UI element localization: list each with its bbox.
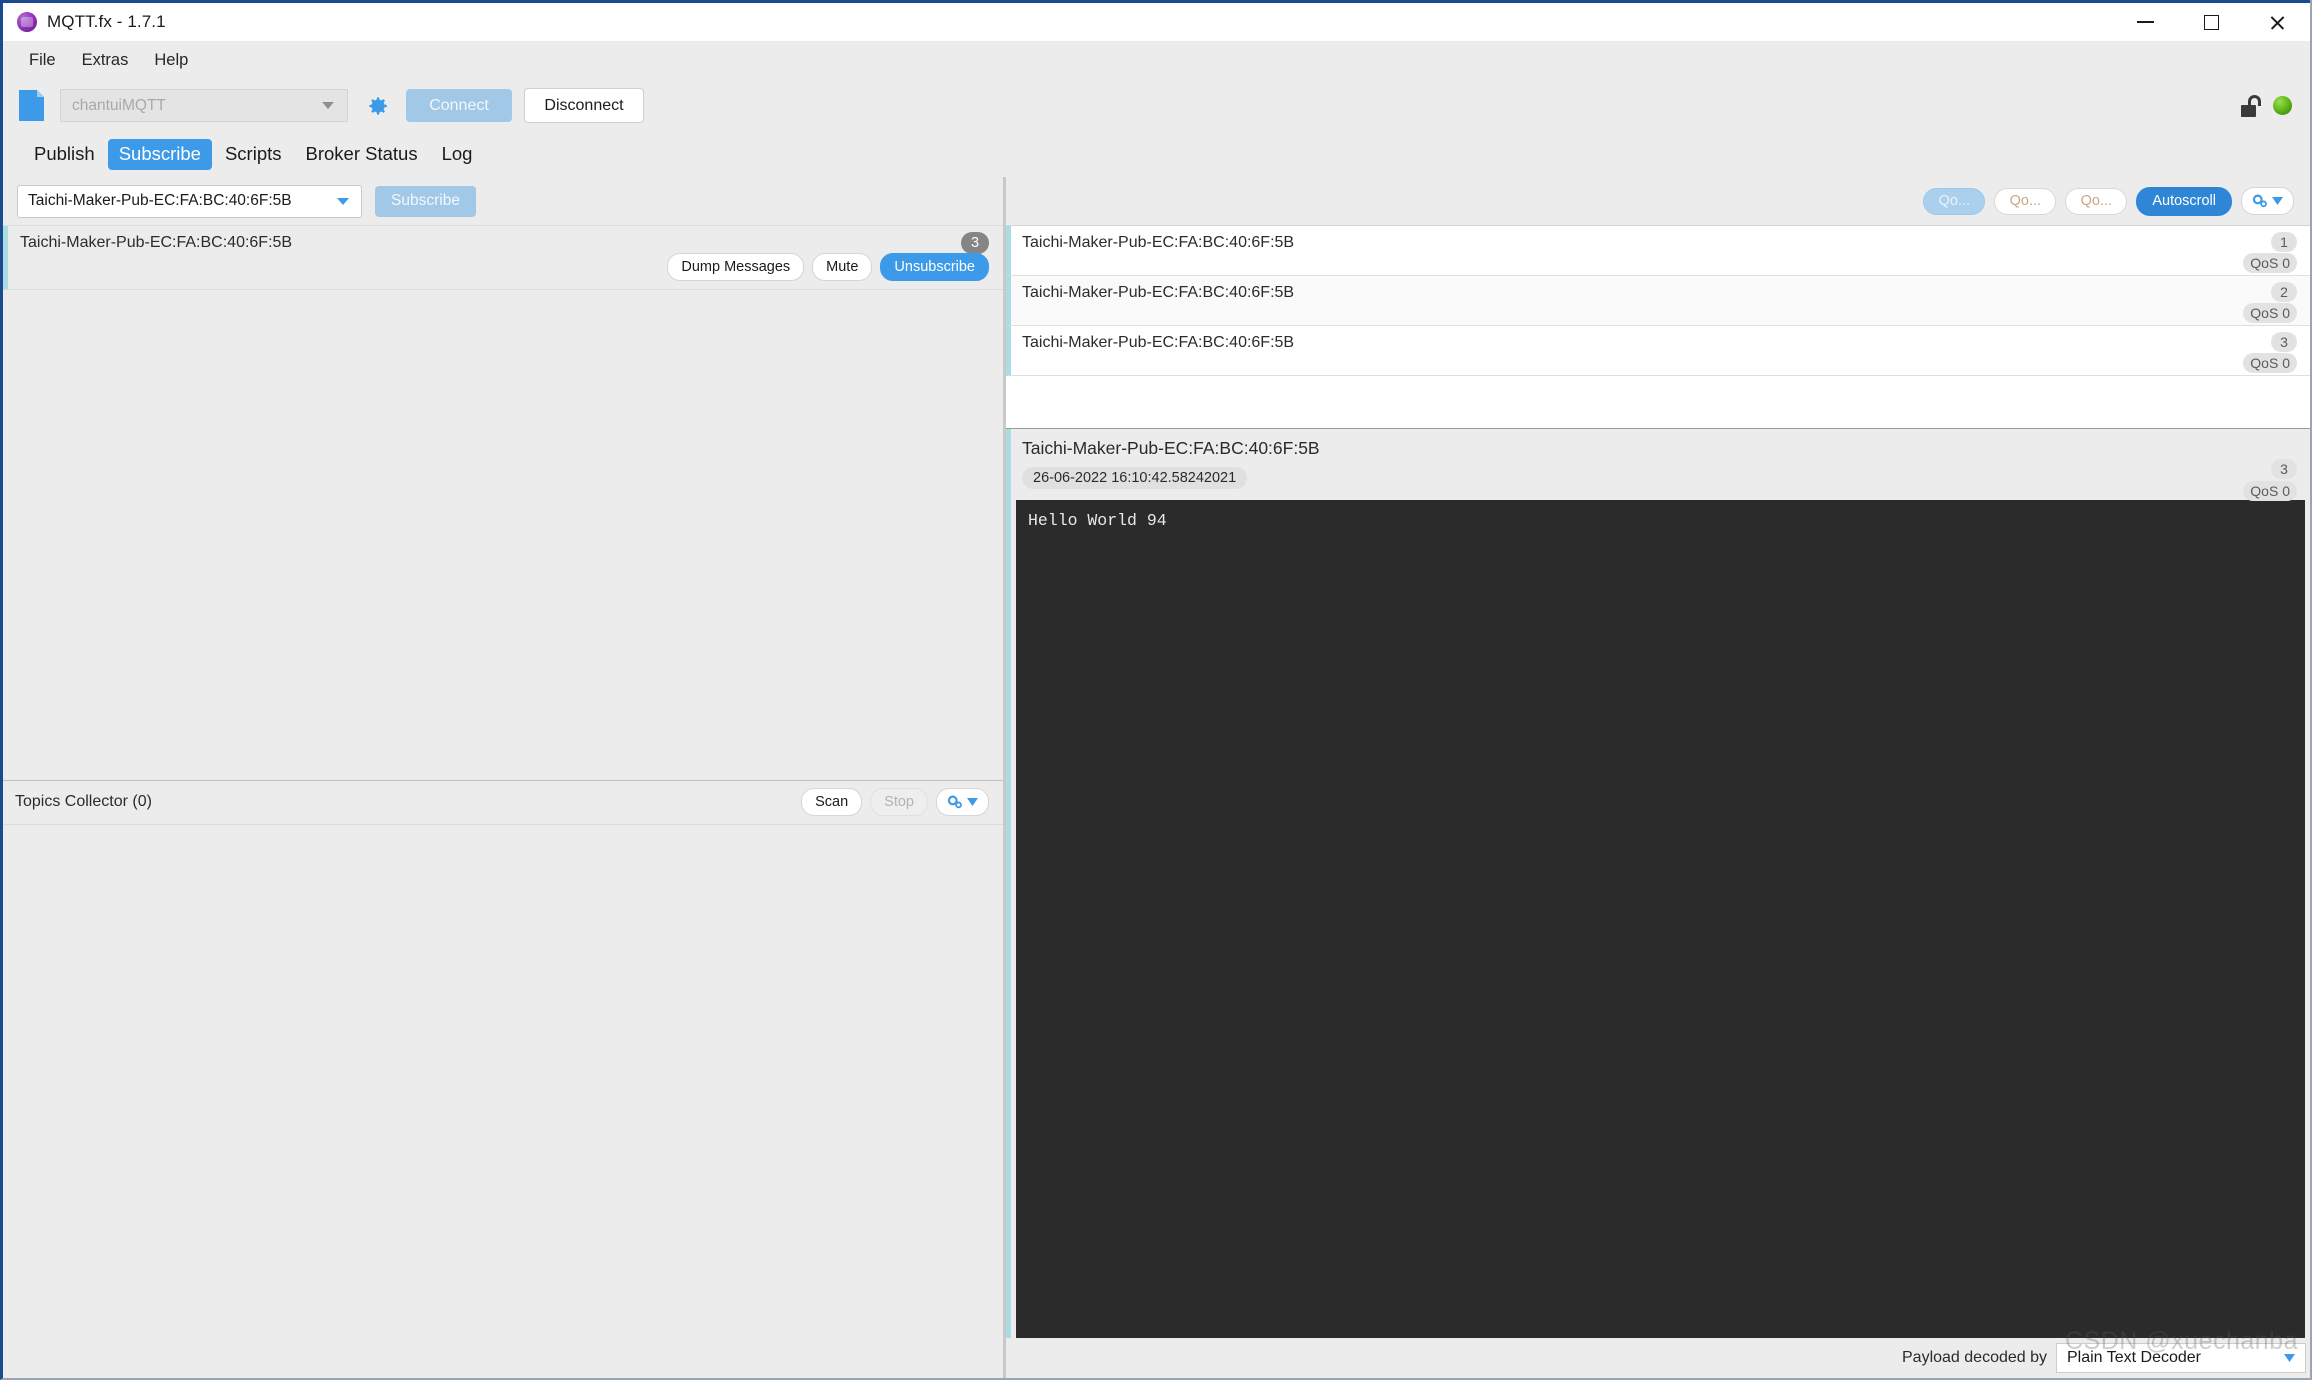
topics-collector-actions: Scan Stop: [801, 788, 989, 816]
tab-publish[interactable]: Publish: [23, 139, 106, 170]
topics-collector-options-button[interactable]: [936, 788, 989, 816]
unlocked-padlock-icon: [2241, 94, 2262, 117]
table-row[interactable]: Taichi-Maker-Pub-EC:FA:BC:40:6F:5B 2 QoS…: [1006, 276, 2310, 326]
table-row[interactable]: Taichi-Maker-Pub-EC:FA:BC:40:6F:5B 1 QoS…: [1006, 226, 2310, 276]
message-topic: Taichi-Maker-Pub-EC:FA:BC:40:6F:5B: [1022, 234, 1295, 251]
message-qos-badge: QoS 0: [2243, 353, 2297, 373]
close-icon: [2269, 14, 2286, 31]
connection-status-area: [2241, 94, 2310, 117]
title-bar-left: MQTT.fx - 1.7.1: [3, 12, 166, 32]
message-qos-badge: QoS 0: [2243, 253, 2297, 273]
message-topic: Taichi-Maker-Pub-EC:FA:BC:40:6F:5B: [1022, 284, 1295, 301]
table-row[interactable]: Taichi-Maker-Pub-EC:FA:BC:40:6F:5B 3 QoS…: [1006, 326, 2310, 376]
chevron-down-icon[interactable]: [337, 197, 349, 205]
payload-decoder-select[interactable]: Plain Text Decoder: [2056, 1343, 2306, 1373]
subscription-message-count: 3: [961, 232, 989, 254]
connection-settings-button[interactable]: [358, 89, 396, 122]
message-payload-area[interactable]: Hello World 94: [1016, 500, 2305, 1338]
tab-bar: Publish Subscribe Scripts Broker Status …: [3, 132, 2310, 177]
gears-dropdown-icon: [2252, 194, 2283, 209]
messages-options-button[interactable]: [2241, 187, 2294, 215]
broker-profile-value: chantuiMQTT: [72, 96, 166, 114]
qos0-filter-button[interactable]: Qo...: [1923, 187, 1986, 215]
unsubscribe-button[interactable]: Unsubscribe: [880, 253, 989, 281]
dump-messages-button[interactable]: Dump Messages: [667, 253, 805, 281]
tab-subscribe[interactable]: Subscribe: [107, 138, 212, 171]
message-timestamp: 26-06-2022 16:10:42.58242021: [1022, 467, 1248, 489]
stop-button: Stop: [870, 788, 928, 816]
minimize-icon: [2136, 21, 2154, 23]
qos1-filter-button[interactable]: Qo...: [1994, 187, 2057, 215]
messages-pane: Qo... Qo... Qo... Autoscroll Taichi-Make…: [1006, 177, 2310, 1378]
topics-collector-bar: Topics Collector (0) Scan Stop: [3, 779, 1003, 824]
close-button[interactable]: [2244, 3, 2310, 41]
connection-status-dot-icon: [2273, 96, 2292, 115]
maximize-button[interactable]: [2178, 3, 2244, 41]
autoscroll-button[interactable]: Autoscroll: [2136, 186, 2232, 216]
subscriptions-pane: Taichi-Maker-Pub-EC:FA:BC:40:6F:5B Subsc…: [3, 177, 1006, 1378]
window-controls: [2112, 3, 2310, 41]
message-payload-text: Hello World 94: [1028, 511, 1167, 530]
message-detail-qos-badge: QoS 0: [2243, 481, 2297, 501]
payload-decoder-bar: Payload decoded by Plain Text Decoder: [1006, 1338, 2310, 1378]
message-detail-index-badge: 3: [2271, 459, 2297, 479]
message-topic: Taichi-Maker-Pub-EC:FA:BC:40:6F:5B: [1022, 334, 1295, 351]
topics-collector-body: [3, 823, 1003, 1378]
subscription-actions: Dump Messages Mute Unsubscribe: [667, 253, 989, 281]
message-list[interactable]: Taichi-Maker-Pub-EC:FA:BC:40:6F:5B 1 QoS…: [1006, 225, 2310, 429]
mute-button[interactable]: Mute: [812, 253, 873, 281]
chevron-down-icon: [2284, 1354, 2295, 1362]
gear-icon: [369, 96, 387, 115]
message-index-badge: 3: [2271, 332, 2297, 352]
scan-button[interactable]: Scan: [801, 788, 863, 816]
topics-collector-title: Topics Collector (0): [15, 793, 152, 810]
mqtt-fx-logo-icon: [17, 12, 37, 32]
subscribe-button[interactable]: Subscribe: [375, 185, 476, 217]
main-content: Taichi-Maker-Pub-EC:FA:BC:40:6F:5B Subsc…: [3, 177, 2310, 1378]
connect-button[interactable]: Connect: [406, 89, 512, 122]
message-index-badge: 1: [2271, 232, 2297, 252]
messages-toolbar: Qo... Qo... Qo... Autoscroll: [1006, 177, 2310, 225]
document-icon[interactable]: [19, 90, 44, 121]
minimize-button[interactable]: [2112, 3, 2178, 41]
maximize-icon: [2203, 14, 2219, 30]
subscribe-topic-value: Taichi-Maker-Pub-EC:FA:BC:40:6F:5B: [28, 192, 292, 209]
gears-dropdown-icon: [947, 795, 978, 810]
tab-log[interactable]: Log: [431, 139, 484, 170]
subscribe-topic-row: Taichi-Maker-Pub-EC:FA:BC:40:6F:5B Subsc…: [3, 177, 1003, 225]
chevron-down-icon: [322, 102, 334, 109]
message-qos-badge: QoS 0: [2243, 303, 2297, 323]
mqttfx-window: MQTT.fx - 1.7.1 File Extras Help chantui…: [0, 0, 2312, 1380]
message-index-badge: 2: [2271, 282, 2297, 302]
qos2-filter-button[interactable]: Qo...: [2065, 187, 2128, 215]
title-bar: MQTT.fx - 1.7.1: [3, 0, 2310, 41]
tab-scripts[interactable]: Scripts: [214, 139, 293, 170]
subscribe-topic-input[interactable]: Taichi-Maker-Pub-EC:FA:BC:40:6F:5B: [17, 184, 362, 218]
payload-decoder-value: Plain Text Decoder: [2067, 1349, 2201, 1366]
subscription-topic: Taichi-Maker-Pub-EC:FA:BC:40:6F:5B: [20, 234, 293, 251]
menu-item-extras[interactable]: Extras: [69, 47, 142, 74]
payload-decoded-by-label: Payload decoded by: [1902, 1349, 2047, 1366]
message-detail-header: Taichi-Maker-Pub-EC:FA:BC:40:6F:5B 26-06…: [1011, 429, 2310, 501]
subscription-list: Taichi-Maker-Pub-EC:FA:BC:40:6F:5B 3 Dum…: [3, 225, 1003, 780]
menu-item-file[interactable]: File: [16, 47, 69, 74]
connection-toolbar: chantuiMQTT Connect Disconnect: [3, 79, 2310, 132]
message-detail-panel: Taichi-Maker-Pub-EC:FA:BC:40:6F:5B 26-06…: [1006, 429, 2310, 1338]
subscription-item[interactable]: Taichi-Maker-Pub-EC:FA:BC:40:6F:5B 3 Dum…: [3, 226, 1003, 290]
menu-item-help[interactable]: Help: [141, 47, 201, 74]
tab-broker-status[interactable]: Broker Status: [295, 139, 429, 170]
broker-profile-select[interactable]: chantuiMQTT: [60, 89, 348, 122]
message-detail-topic: Taichi-Maker-Pub-EC:FA:BC:40:6F:5B: [1022, 438, 1320, 458]
menu-bar: File Extras Help: [3, 41, 2310, 79]
disconnect-button[interactable]: Disconnect: [524, 88, 644, 123]
window-title: MQTT.fx - 1.7.1: [47, 12, 166, 31]
